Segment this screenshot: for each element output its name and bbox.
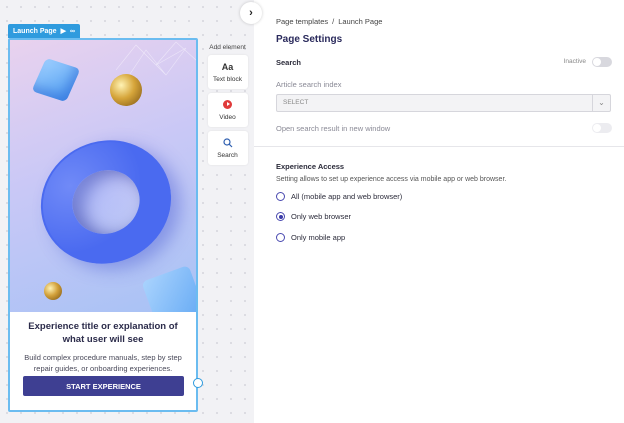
- breadcrumb-separator: /: [332, 17, 335, 26]
- add-video-button[interactable]: Video: [207, 93, 248, 127]
- breadcrumb-page-templates[interactable]: Page templates: [276, 17, 328, 26]
- page-preview[interactable]: Experience title or explanation of what …: [8, 38, 198, 412]
- gold-sphere: [110, 74, 142, 106]
- radio-button-checked[interactable]: [276, 212, 285, 221]
- new-window-toggle[interactable]: [592, 123, 612, 133]
- text-icon: Aa: [221, 61, 234, 72]
- experience-description[interactable]: Build complex procedure manuals, step by…: [10, 346, 196, 374]
- divider: [254, 146, 624, 147]
- page-title: Page Settings: [276, 34, 343, 45]
- add-item-label: Text block: [213, 75, 242, 83]
- add-item-label: Video: [219, 113, 236, 121]
- collapse-panel-button[interactable]: ›: [240, 2, 262, 24]
- hero-image: [10, 40, 196, 328]
- add-search-button[interactable]: Search: [207, 131, 248, 165]
- search-icon: [222, 137, 232, 147]
- experience-access-label: Experience Access: [276, 162, 345, 171]
- search-index-label: Article search index: [276, 80, 342, 89]
- card-body: Experience title or explanation of what …: [10, 312, 196, 410]
- radio-button[interactable]: [276, 192, 285, 201]
- access-option-mobile[interactable]: Only mobile app: [276, 233, 345, 242]
- experience-title[interactable]: Experience title or explanation of what …: [10, 312, 196, 346]
- chevron-down-icon: ⌄: [592, 95, 610, 111]
- radio-button[interactable]: [276, 233, 285, 242]
- chevron-right-icon: ›: [249, 7, 253, 19]
- resize-handle[interactable]: [193, 378, 203, 388]
- gold-sphere-small: [44, 282, 62, 300]
- search-toggle[interactable]: [592, 57, 612, 67]
- link-icon[interactable]: ∞: [70, 28, 75, 35]
- search-index-select[interactable]: SELECT ⌄: [276, 94, 611, 112]
- access-option-web[interactable]: Only web browser: [276, 212, 351, 221]
- add-item-label: Search: [217, 151, 238, 159]
- add-element-title: Add element: [209, 44, 246, 51]
- video-icon: [223, 99, 232, 109]
- access-option-label: Only mobile app: [291, 233, 346, 242]
- access-option-label: Only web browser: [291, 212, 352, 221]
- torus-shape: [20, 119, 192, 285]
- select-placeholder: SELECT: [283, 99, 309, 106]
- access-option-label: All (mobile app and web browser): [291, 192, 403, 201]
- launch-page-tag-label: Launch Page: [13, 27, 57, 35]
- search-label: Search: [276, 58, 302, 67]
- breadcrumb: Page templates / Launch Page: [276, 17, 382, 26]
- breadcrumb-current: Launch Page: [338, 17, 383, 26]
- access-option-all[interactable]: All (mobile app and web browser): [276, 192, 402, 201]
- add-text-block-button[interactable]: Aa Text block: [207, 55, 248, 89]
- page-settings-panel: Page templates / Launch Page Page Settings…: [254, 0, 624, 423]
- editor-canvas: Launch Page ▶ ∞ Experience title or expl…: [0, 0, 254, 423]
- start-experience-button[interactable]: START EXPERIENCE: [23, 376, 184, 396]
- search-status: Inactive: [563, 58, 586, 65]
- play-icon[interactable]: ▶: [61, 27, 66, 35]
- launch-page-tag[interactable]: Launch Page ▶ ∞: [8, 24, 80, 38]
- cube-shape: [31, 57, 81, 103]
- experience-access-description: Setting allows to set up experience acce…: [276, 176, 507, 183]
- new-window-label: Open search result in new window: [276, 124, 391, 133]
- add-element-panel: Add element Aa Text block Video Search: [205, 44, 250, 169]
